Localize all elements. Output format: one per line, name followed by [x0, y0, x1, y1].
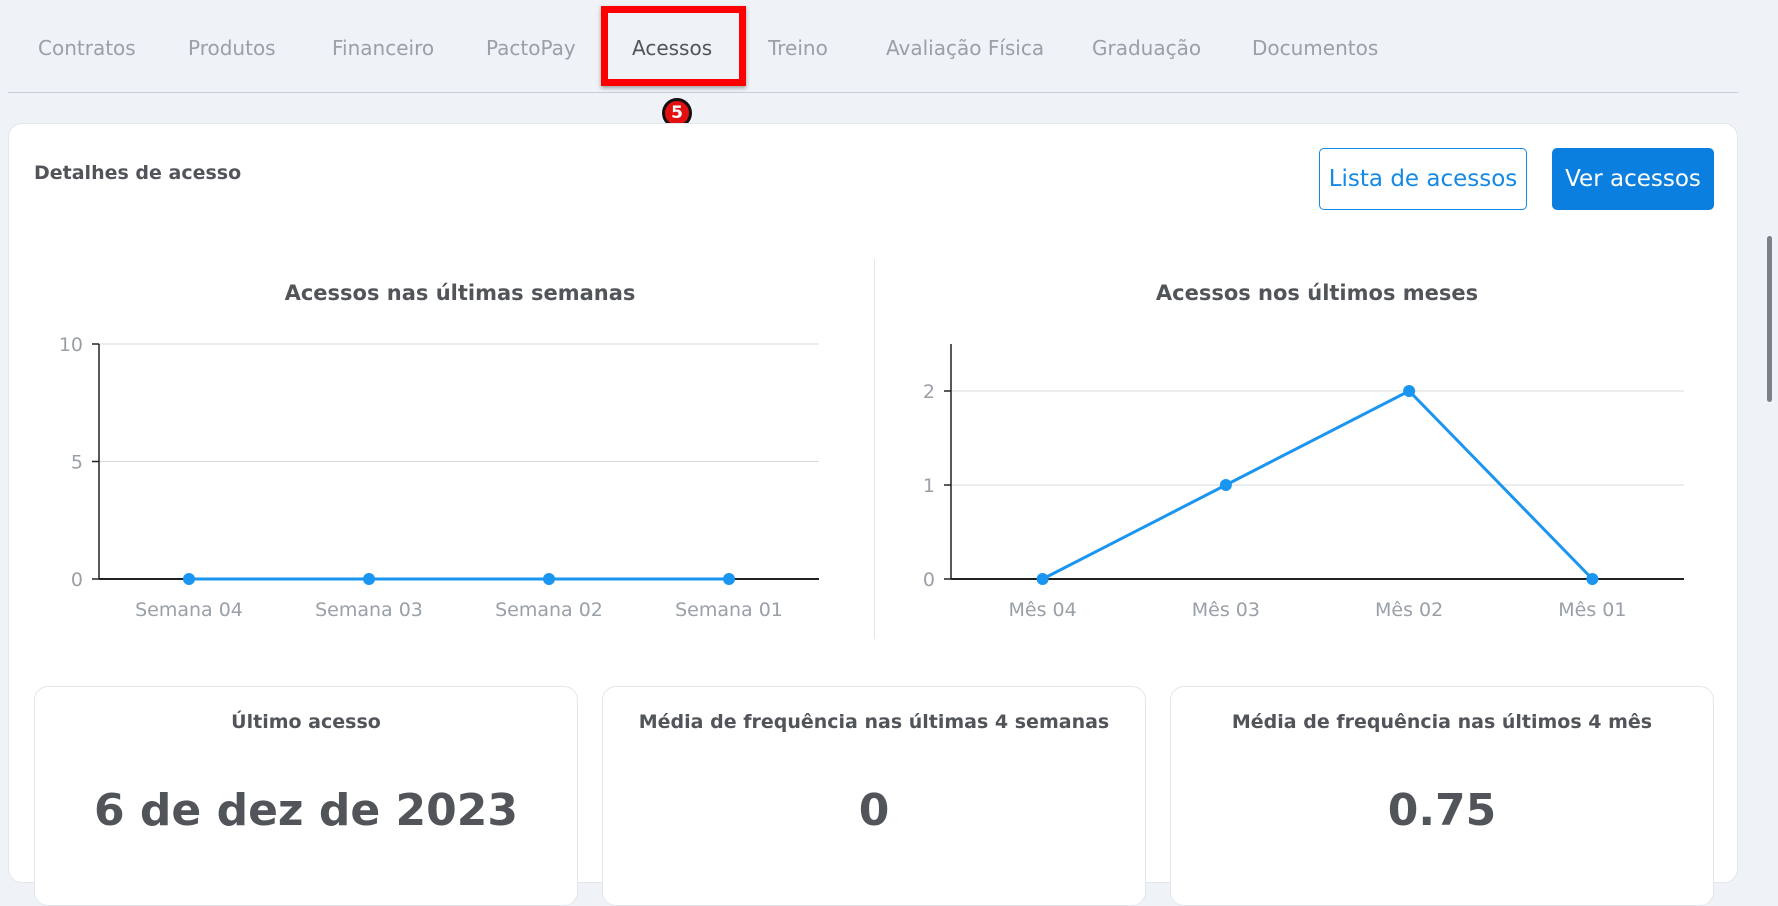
data-point — [1219, 479, 1232, 491]
y-tick-label: 2 — [923, 381, 935, 403]
tab-financeiro[interactable]: Financeiro — [332, 36, 434, 60]
stat-value: 0 — [858, 785, 890, 836]
page-scrollbar[interactable] — [1767, 236, 1772, 402]
tab-avaliacao-fisica[interactable]: Avaliação Física — [886, 36, 1044, 60]
stat-label: Média de frequência nas últimos 4 mês — [1231, 711, 1653, 733]
stat-value: 6 de dez de 2023 — [94, 785, 518, 836]
data-point — [1036, 573, 1049, 585]
x-tick-label: Mês 03 — [1192, 599, 1260, 621]
stat-card-last-access: Último acesso 6 de dez de 2023 — [34, 686, 578, 906]
x-tick-label: Mês 04 — [1009, 599, 1077, 621]
stat-label: Último acesso — [231, 711, 381, 733]
stat-value: 0.75 — [1387, 785, 1497, 836]
monthly-access-chart: 0 1 2 Mês 04 Mês 03 Mês 02 Mês 01 — [923, 344, 1684, 621]
data-point — [1586, 573, 1599, 585]
data-point — [1403, 385, 1416, 397]
access-details-card: Detalhes de acesso Lista de acessos Ver … — [8, 123, 1738, 906]
tab-documentos[interactable]: Documentos — [1252, 36, 1378, 60]
tab-contratos[interactable]: Contratos — [38, 36, 136, 60]
stat-label: Média de frequência nas últimas 4 semana… — [638, 711, 1110, 733]
stat-card-weekly-frequency: Média de frequência nas últimas 4 semana… — [602, 686, 1146, 906]
tab-produtos[interactable]: Produtos — [188, 36, 276, 60]
y-tick-label: 1 — [923, 475, 935, 497]
tab-pactopay[interactable]: PactoPay — [486, 36, 576, 60]
x-tick-label: Mês 01 — [1558, 599, 1626, 621]
tab-treino[interactable]: Treino — [768, 36, 828, 60]
tab-bar: Contratos Produtos Financeiro PactoPay A… — [8, 0, 1738, 93]
stat-card-monthly-frequency: Média de frequência nas últimos 4 mês 0.… — [1170, 686, 1714, 906]
tab-graduacao[interactable]: Graduação — [1092, 36, 1201, 60]
y-tick-label: 0 — [923, 569, 935, 591]
x-tick-label: Mês 02 — [1375, 599, 1443, 621]
tutorial-highlight-box — [601, 6, 746, 86]
